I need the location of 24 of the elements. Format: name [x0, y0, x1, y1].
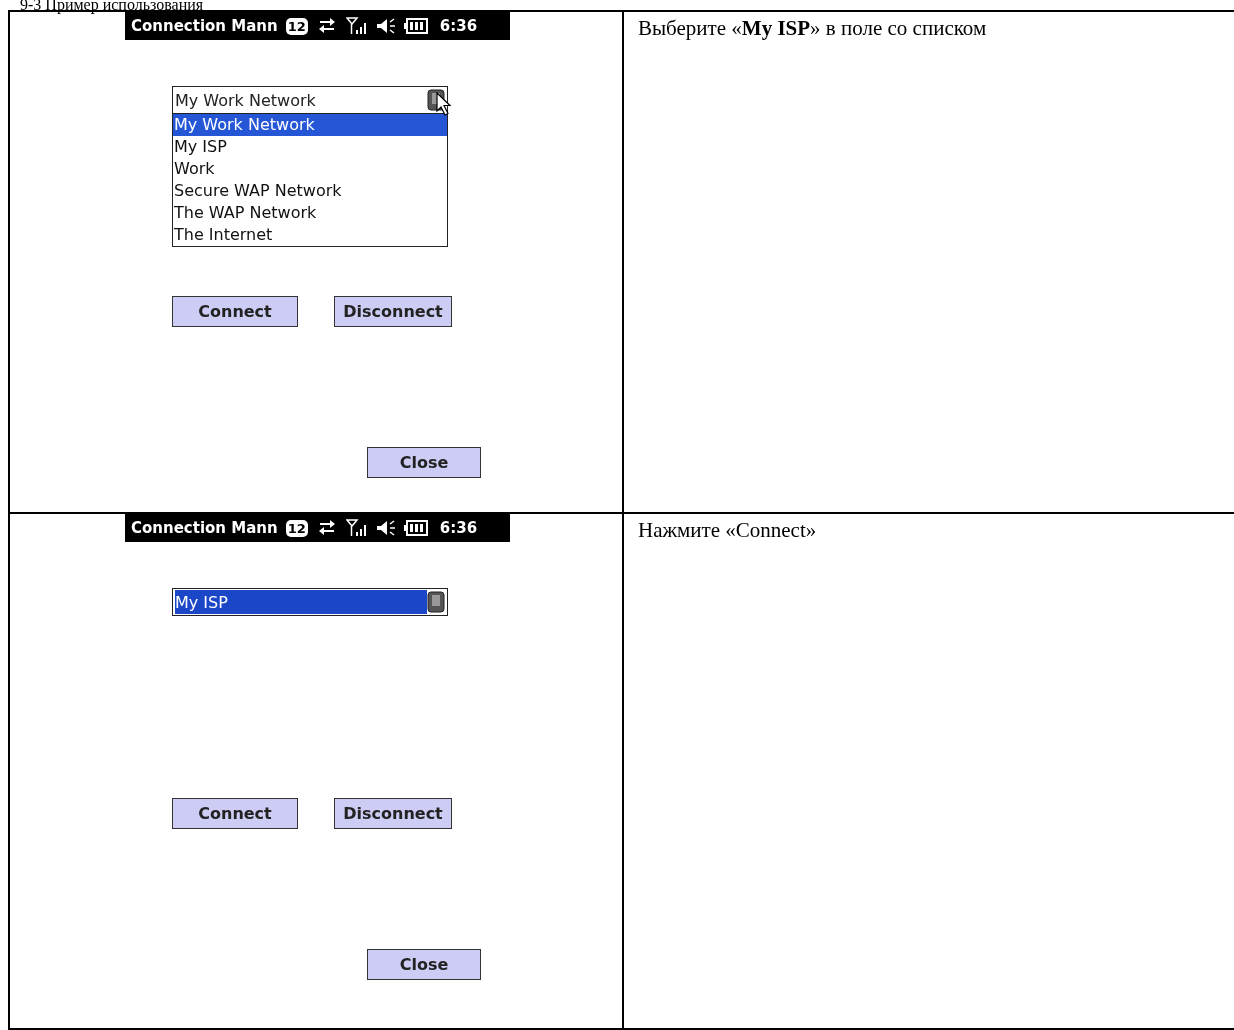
instruction-text: Выберите «My ISP» в поле со списком [637, 15, 988, 42]
action-button[interactable]: Connect [172, 798, 298, 829]
close-button[interactable]: Close [367, 447, 481, 478]
action-button[interactable]: Disconnect [334, 296, 452, 327]
speaker-icon[interactable] [375, 17, 396, 35]
window-title: Connection Mann [131, 17, 278, 35]
battery-icon[interactable] [403, 18, 428, 34]
combo-value: My ISP [175, 590, 427, 614]
speaker-icon[interactable] [375, 519, 396, 537]
action-button[interactable]: Disconnect [334, 798, 452, 829]
clock-time: 6:36 [439, 17, 478, 35]
signal-icon[interactable] [345, 17, 368, 35]
battery-icon[interactable] [403, 520, 428, 536]
dropdown-item[interactable]: My Work Network [173, 114, 447, 136]
network-combo-box[interactable]: My ISP [172, 588, 448, 616]
action-button[interactable]: Connect [172, 296, 298, 327]
instruction-text: Нажмите «Connect» [637, 517, 818, 544]
notification-badge[interactable]: 12 [285, 17, 308, 35]
window-title: Connection Mann [131, 519, 278, 537]
notification-badge[interactable]: 12 [285, 519, 308, 537]
clock-time: 6:36 [439, 519, 478, 537]
signal-icon[interactable] [345, 519, 368, 537]
close-button[interactable]: Close [367, 949, 481, 980]
combo-value: My Work Network [175, 89, 317, 112]
